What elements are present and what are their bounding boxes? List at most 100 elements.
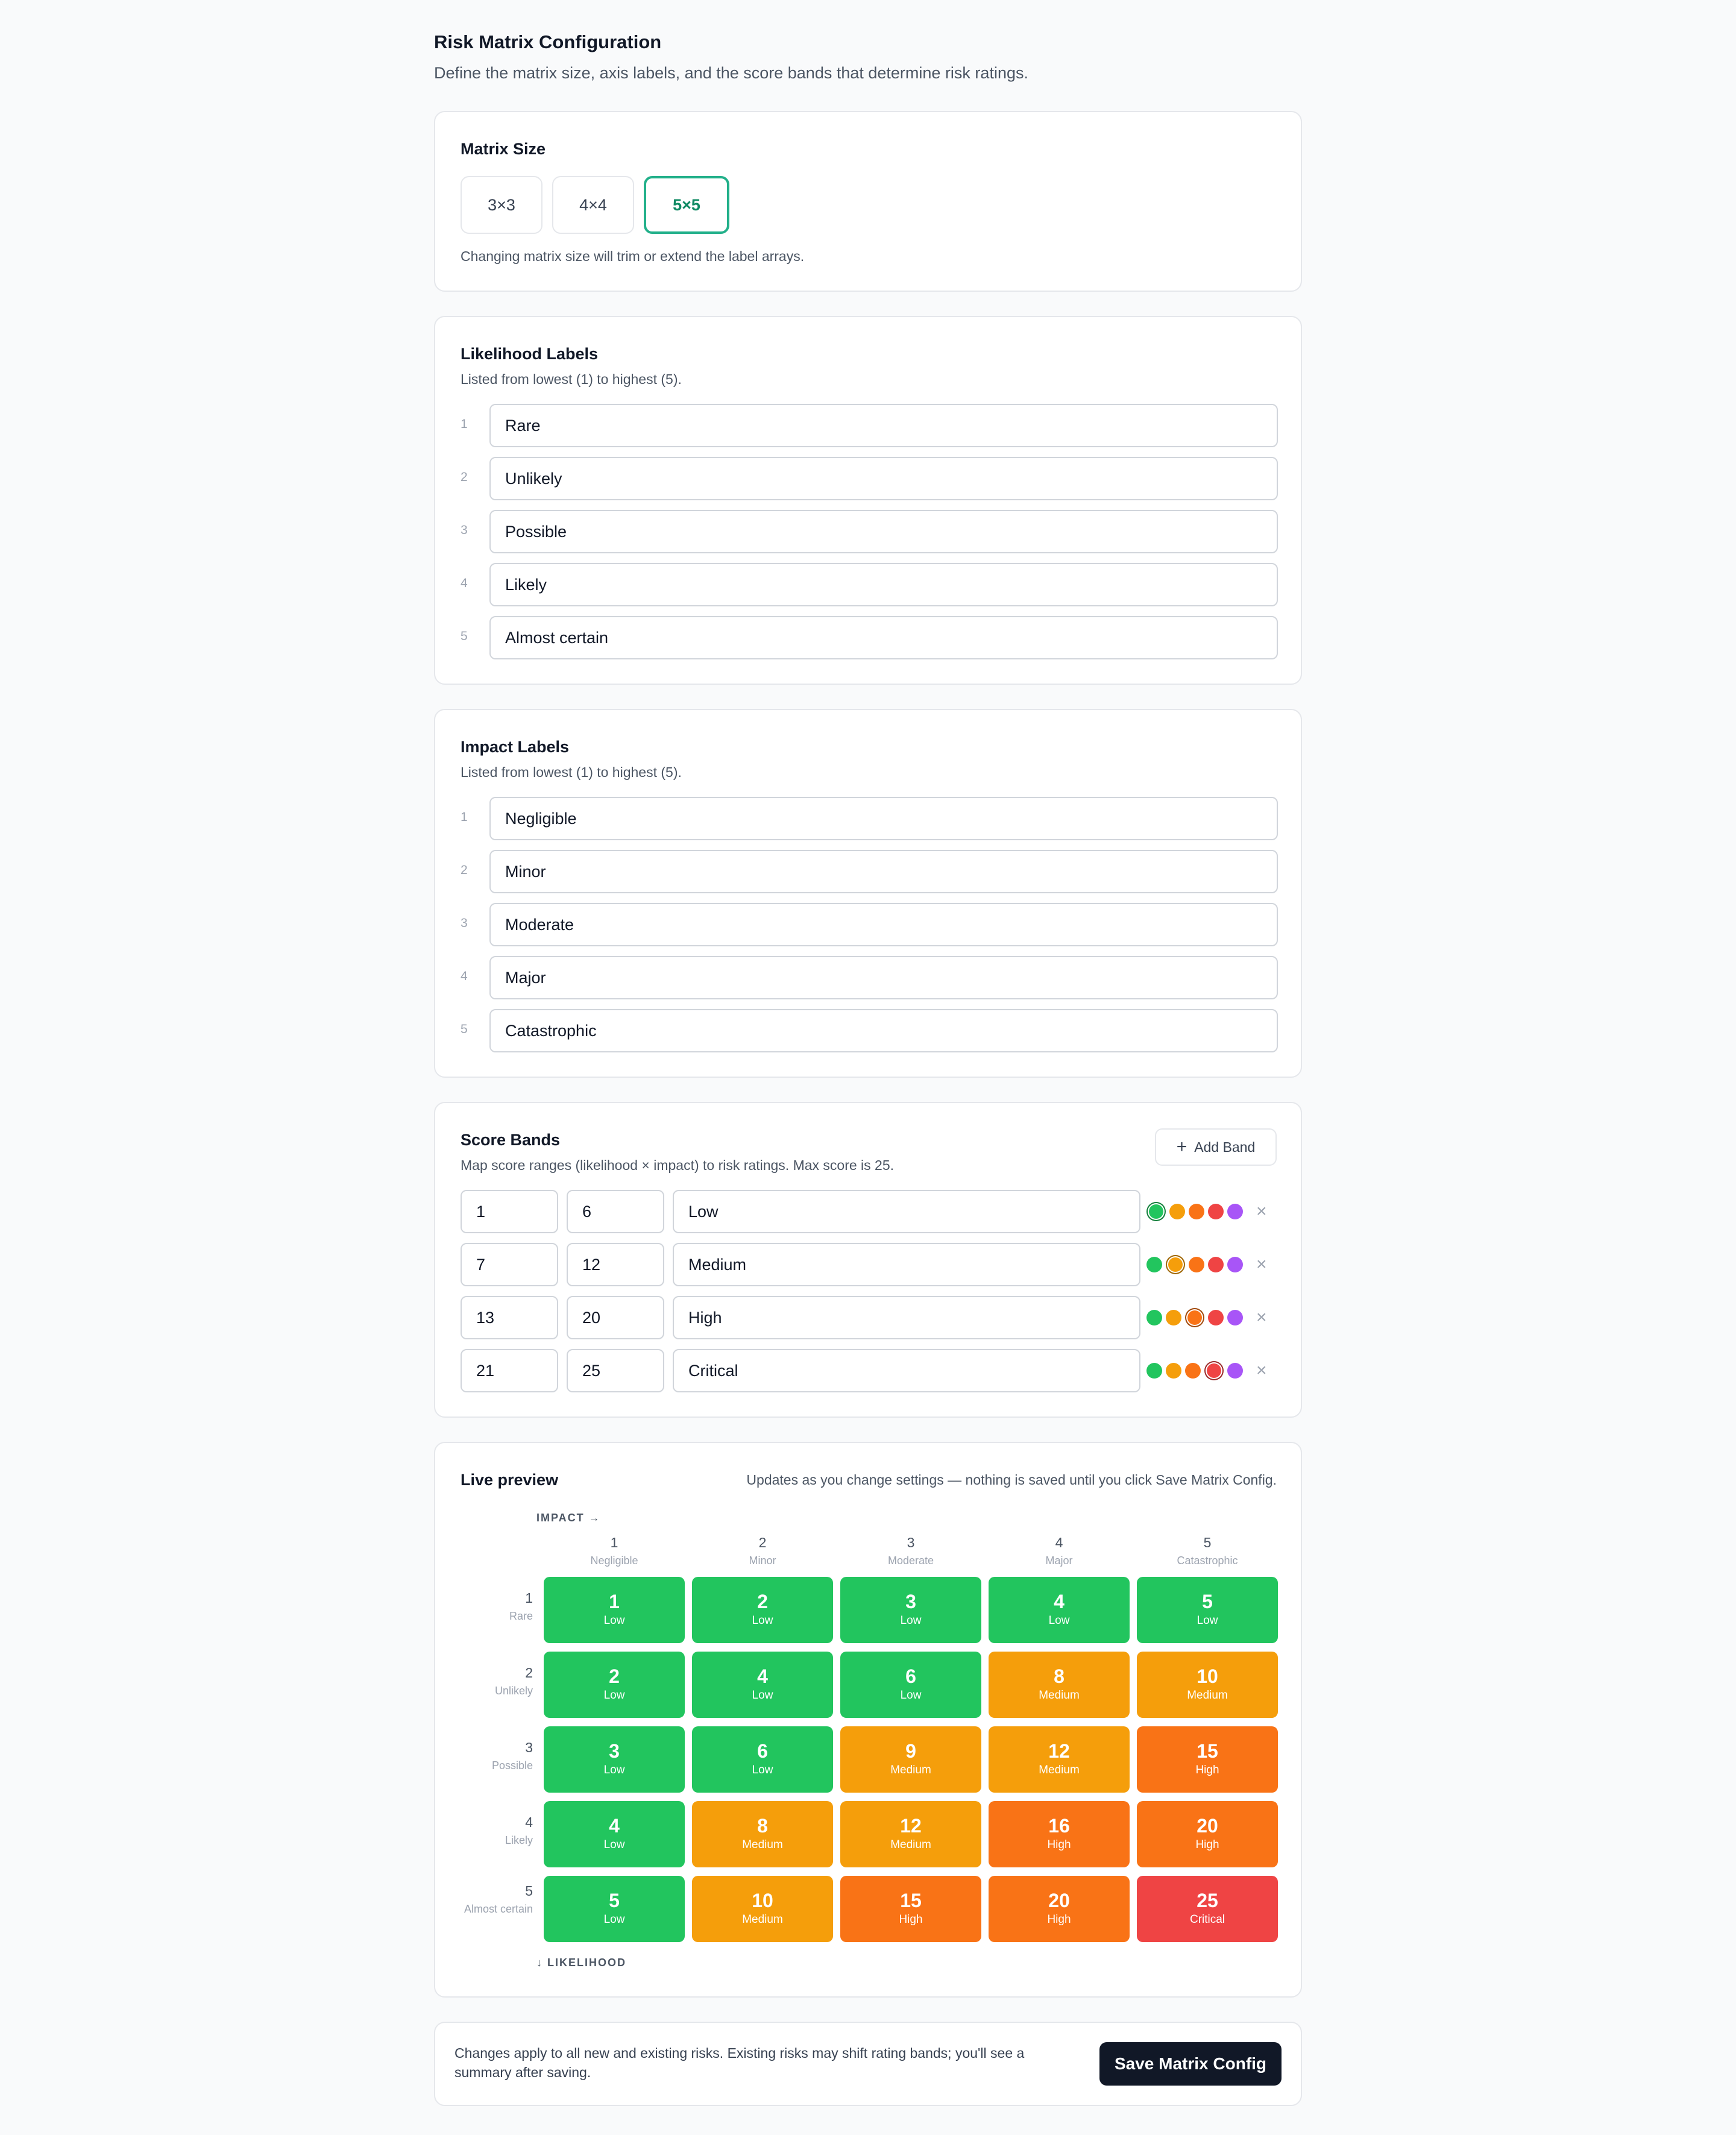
cell-band: High: [1047, 1913, 1071, 1926]
impact-card: Impact Labels Listed from lowest (1) to …: [434, 709, 1302, 1078]
matrix-size-title: Matrix Size: [461, 140, 546, 158]
impact-label-input[interactable]: [489, 850, 1278, 893]
cell-score: 5: [609, 1890, 620, 1911]
color-swatch[interactable]: [1166, 1363, 1181, 1379]
band-max-input[interactable]: [567, 1296, 664, 1339]
remove-band-icon[interactable]: ×: [1256, 1190, 1267, 1233]
impact-column-header: 4 Major: [989, 1535, 1130, 1567]
cell-band: Low: [1197, 1614, 1218, 1627]
cell-score: 1: [609, 1591, 620, 1612]
color-swatch[interactable]: [1227, 1363, 1243, 1379]
impact-label-input[interactable]: [489, 797, 1278, 840]
add-band-button[interactable]: + Add Band: [1155, 1128, 1277, 1166]
impact-label-input[interactable]: [489, 956, 1278, 999]
color-swatch[interactable]: [1185, 1308, 1204, 1327]
band-min-input[interactable]: [461, 1243, 558, 1286]
band-min-input[interactable]: [461, 1296, 558, 1339]
matrix-cell: 10 Medium: [692, 1876, 833, 1942]
color-swatch[interactable]: [1189, 1204, 1204, 1219]
score-bands-title: Score Bands: [461, 1131, 561, 1149]
color-swatch[interactable]: [1204, 1361, 1224, 1380]
color-swatch[interactable]: [1208, 1310, 1224, 1325]
cell-band: Low: [900, 1614, 922, 1627]
remove-band-icon[interactable]: ×: [1256, 1349, 1267, 1392]
band-max-input[interactable]: [567, 1243, 664, 1286]
band-color-picker: [1146, 1243, 1243, 1286]
impact-column-header: 1 Negligible: [544, 1535, 685, 1567]
impact-column-header: 2 Minor: [692, 1535, 833, 1567]
color-swatch[interactable]: [1189, 1257, 1204, 1272]
band-min-input[interactable]: [461, 1190, 558, 1233]
likelihood-row-number: 2: [525, 1665, 533, 1681]
impact-column-number: 5: [1203, 1535, 1212, 1550]
color-swatch[interactable]: [1146, 1363, 1162, 1379]
likelihood-label-input[interactable]: [489, 510, 1278, 553]
likelihood-label-input[interactable]: [489, 616, 1278, 659]
cell-band: Low: [603, 1764, 625, 1776]
impact-label-input[interactable]: [489, 903, 1278, 946]
likelihood-number: 3: [461, 523, 468, 537]
matrix-cell: 3 Low: [840, 1577, 981, 1643]
impact-title: Impact Labels: [461, 738, 570, 756]
impact-column-label: Catastrophic: [1177, 1555, 1238, 1567]
save-matrix-config-button[interactable]: Save Matrix Config: [1099, 2042, 1282, 2086]
likelihood-number: 4: [461, 576, 468, 590]
band-max-input[interactable]: [567, 1349, 664, 1392]
matrix-cell: 8 Medium: [989, 1652, 1130, 1718]
cell-score: 6: [757, 1740, 768, 1762]
color-swatch[interactable]: [1227, 1257, 1243, 1272]
impact-number: 5: [461, 1022, 468, 1036]
color-swatch[interactable]: [1227, 1310, 1243, 1325]
likelihood-label-input[interactable]: [489, 404, 1278, 447]
size-option-4x4[interactable]: 4×4: [552, 176, 634, 234]
likelihood-label-input[interactable]: [489, 563, 1278, 606]
likelihood-row-number: 1: [525, 1590, 533, 1606]
likelihood-row-label: Rare: [509, 1610, 533, 1622]
band-label-input[interactable]: [673, 1243, 1140, 1286]
color-swatch[interactable]: [1208, 1257, 1224, 1272]
cell-band: High: [1195, 1838, 1219, 1851]
color-swatch[interactable]: [1166, 1255, 1185, 1274]
color-swatch[interactable]: [1166, 1310, 1181, 1325]
cell-band: High: [1047, 1838, 1071, 1851]
color-swatch[interactable]: [1208, 1204, 1224, 1219]
matrix-cell: 9 Medium: [840, 1726, 981, 1793]
likelihood-number: 2: [461, 470, 468, 484]
likelihood-row-number: 5: [525, 1883, 533, 1899]
remove-band-icon[interactable]: ×: [1256, 1296, 1267, 1339]
likelihood-subtitle: Listed from lowest (1) to highest (5).: [461, 371, 682, 387]
matrix-cell: 1 Low: [544, 1577, 685, 1643]
likelihood-number: 5: [461, 629, 468, 643]
remove-band-icon[interactable]: ×: [1256, 1243, 1267, 1286]
likelihood-row-number: 3: [525, 1740, 533, 1755]
cell-band: Medium: [1039, 1764, 1080, 1776]
cell-score: 12: [1048, 1740, 1070, 1762]
size-option-3x3[interactable]: 3×3: [461, 176, 542, 234]
impact-column-number: 1: [610, 1535, 618, 1550]
color-swatch[interactable]: [1146, 1310, 1162, 1325]
likelihood-row-header: 5 Almost certain: [463, 1883, 533, 1916]
band-label-input[interactable]: [673, 1190, 1140, 1233]
color-swatch[interactable]: [1169, 1204, 1185, 1219]
color-swatch[interactable]: [1146, 1202, 1166, 1221]
band-min-input[interactable]: [461, 1349, 558, 1392]
footer-bar: Changes apply to all new and existing ri…: [434, 2022, 1302, 2106]
impact-column-number: 3: [907, 1535, 915, 1550]
cell-band: Low: [752, 1689, 773, 1702]
matrix-cell: 2 Low: [544, 1652, 685, 1718]
cell-score: 25: [1197, 1890, 1218, 1911]
impact-label-input[interactable]: [489, 1009, 1278, 1052]
band-max-input[interactable]: [567, 1190, 664, 1233]
color-swatch[interactable]: [1227, 1204, 1243, 1219]
likelihood-row-header: 1 Rare: [463, 1590, 533, 1623]
matrix-cell: 20 High: [1137, 1801, 1278, 1867]
color-swatch[interactable]: [1185, 1363, 1201, 1379]
color-swatch[interactable]: [1146, 1257, 1162, 1272]
likelihood-label-input[interactable]: [489, 457, 1278, 500]
cell-band: High: [1195, 1764, 1219, 1776]
cell-score: 3: [609, 1740, 620, 1762]
likelihood-row-header: 3 Possible: [463, 1740, 533, 1773]
size-option-5x5[interactable]: 5×5: [644, 176, 729, 234]
band-label-input[interactable]: [673, 1349, 1140, 1392]
band-label-input[interactable]: [673, 1296, 1140, 1339]
